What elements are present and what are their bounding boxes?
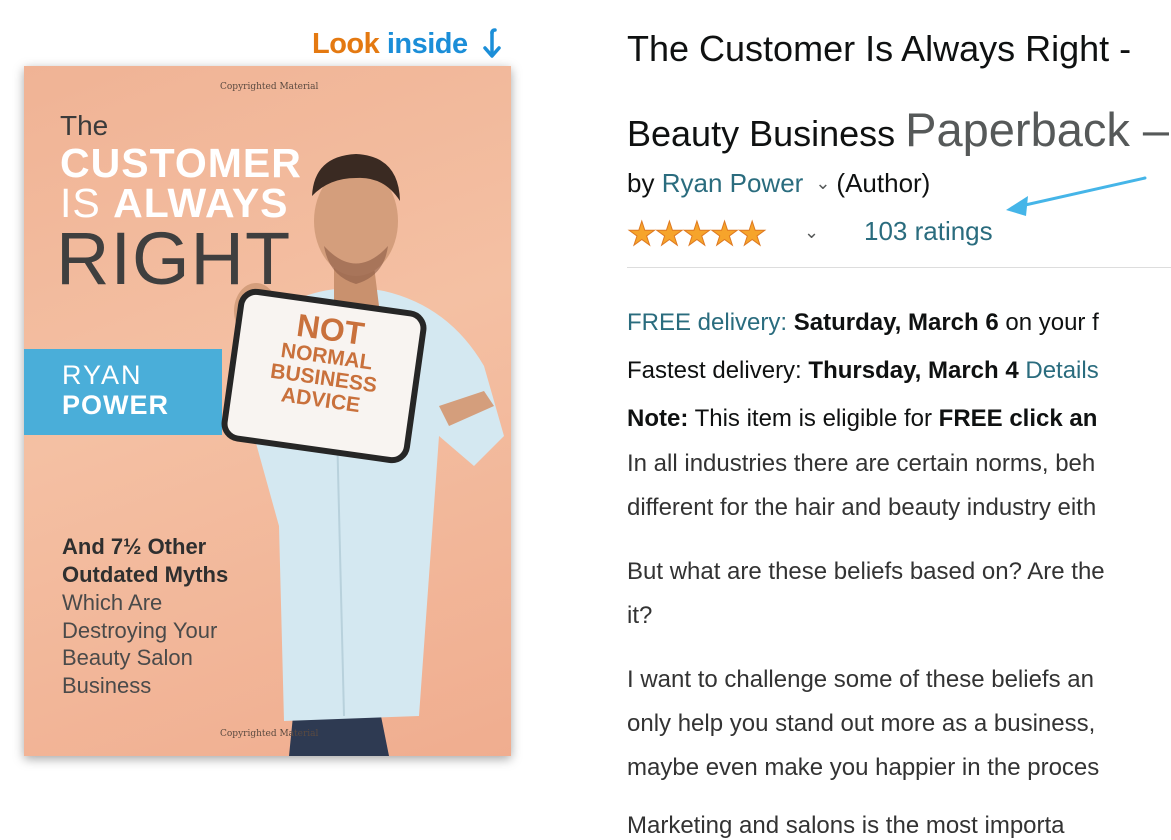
cover-tagline-4: Destroying Your <box>62 618 218 643</box>
look-inside-link[interactable]: Look inside <box>312 28 468 61</box>
details-link[interactable]: Details <box>1025 357 1098 384</box>
cover-sign: NOT NORMAL BUSINESS ADVICE <box>219 286 429 466</box>
cover-author-last: POWER <box>62 390 170 420</box>
description-line-1: In all industries there are certain norm… <box>627 450 1096 477</box>
free-delivery-label: FREE delivery: <box>627 309 788 336</box>
product-title-text: Beauty Business <box>627 113 906 154</box>
cover-tagline-6: Business <box>62 673 152 698</box>
cover-copyright-bottom: Copyrighted Material <box>220 729 319 739</box>
note-text: This item is eligible for <box>694 405 932 432</box>
product-title-line-2: Beauty Business Paperback – <box>627 102 1169 157</box>
star-rating-icon[interactable]: ★★★★★ <box>627 214 768 253</box>
cover-copyright-top: Copyrighted Material <box>220 82 319 92</box>
note-line: Note: This item is eligible for FREE cli… <box>627 405 1097 433</box>
description-line-8: Marketing and salons is the most importa <box>627 812 1065 839</box>
author-link[interactable]: Ryan Power <box>662 168 804 198</box>
description-line-6: only help you stand out more as a busine… <box>627 710 1096 737</box>
cover-tagline-1: And 7½ Other <box>62 534 207 559</box>
description-line-2: different for the hair and beauty indust… <box>627 494 1097 521</box>
note-bold: FREE click an <box>938 405 1098 432</box>
cover-tagline-5: Beauty Salon <box>62 645 193 670</box>
by-label: by <box>627 168 655 198</box>
look-label: Look <box>312 28 380 60</box>
fastest-delivery-label: Fastest delivery: <box>627 357 802 384</box>
look-inside-arrow-icon <box>483 28 501 58</box>
cover-author-first: RYAN <box>62 360 143 390</box>
chevron-down-icon[interactable]: ⌄ <box>815 173 830 193</box>
inside-label: inside <box>386 28 468 60</box>
description-line-3: But what are these beliefs based on? Are… <box>627 558 1105 585</box>
free-delivery-date: Saturday, March 6 <box>793 309 999 336</box>
fastest-delivery-line: Fastest delivery: Thursday, March 4 Deta… <box>627 357 1099 385</box>
description-line-4: it? <box>627 602 653 629</box>
description-line-7: maybe even make you happier in the proce… <box>627 754 1100 781</box>
author-role: (Author) <box>836 168 931 198</box>
cover-title-the: The <box>60 110 109 141</box>
cover-tagline-2: Outdated Myths <box>62 562 229 587</box>
product-title-line-1: The Customer Is Always Right - <box>627 28 1132 69</box>
fastest-delivery-date: Thursday, March 4 <box>808 357 1019 384</box>
ratings-count-link[interactable]: 103 ratings <box>864 216 993 247</box>
book-cover-image[interactable]: Copyrighted Material The CUSTOMER IS ALW… <box>24 66 511 756</box>
free-delivery-line: FREE delivery: Saturday, March 6 on your… <box>627 309 1099 337</box>
divider <box>627 267 1171 268</box>
description-line-5: I want to challenge some of these belief… <box>627 666 1094 693</box>
annotation-arrow-icon <box>1006 176 1147 216</box>
format-label: Paperback – <box>905 103 1170 156</box>
cover-tagline-3: Which Are <box>62 590 163 615</box>
rating-chevron-down-icon[interactable]: ⌄ <box>804 222 819 243</box>
note-label: Note: <box>627 405 689 432</box>
free-delivery-rest: on your f <box>1005 309 1099 336</box>
byline: by Ryan Power ⌄ (Author) <box>627 168 930 199</box>
